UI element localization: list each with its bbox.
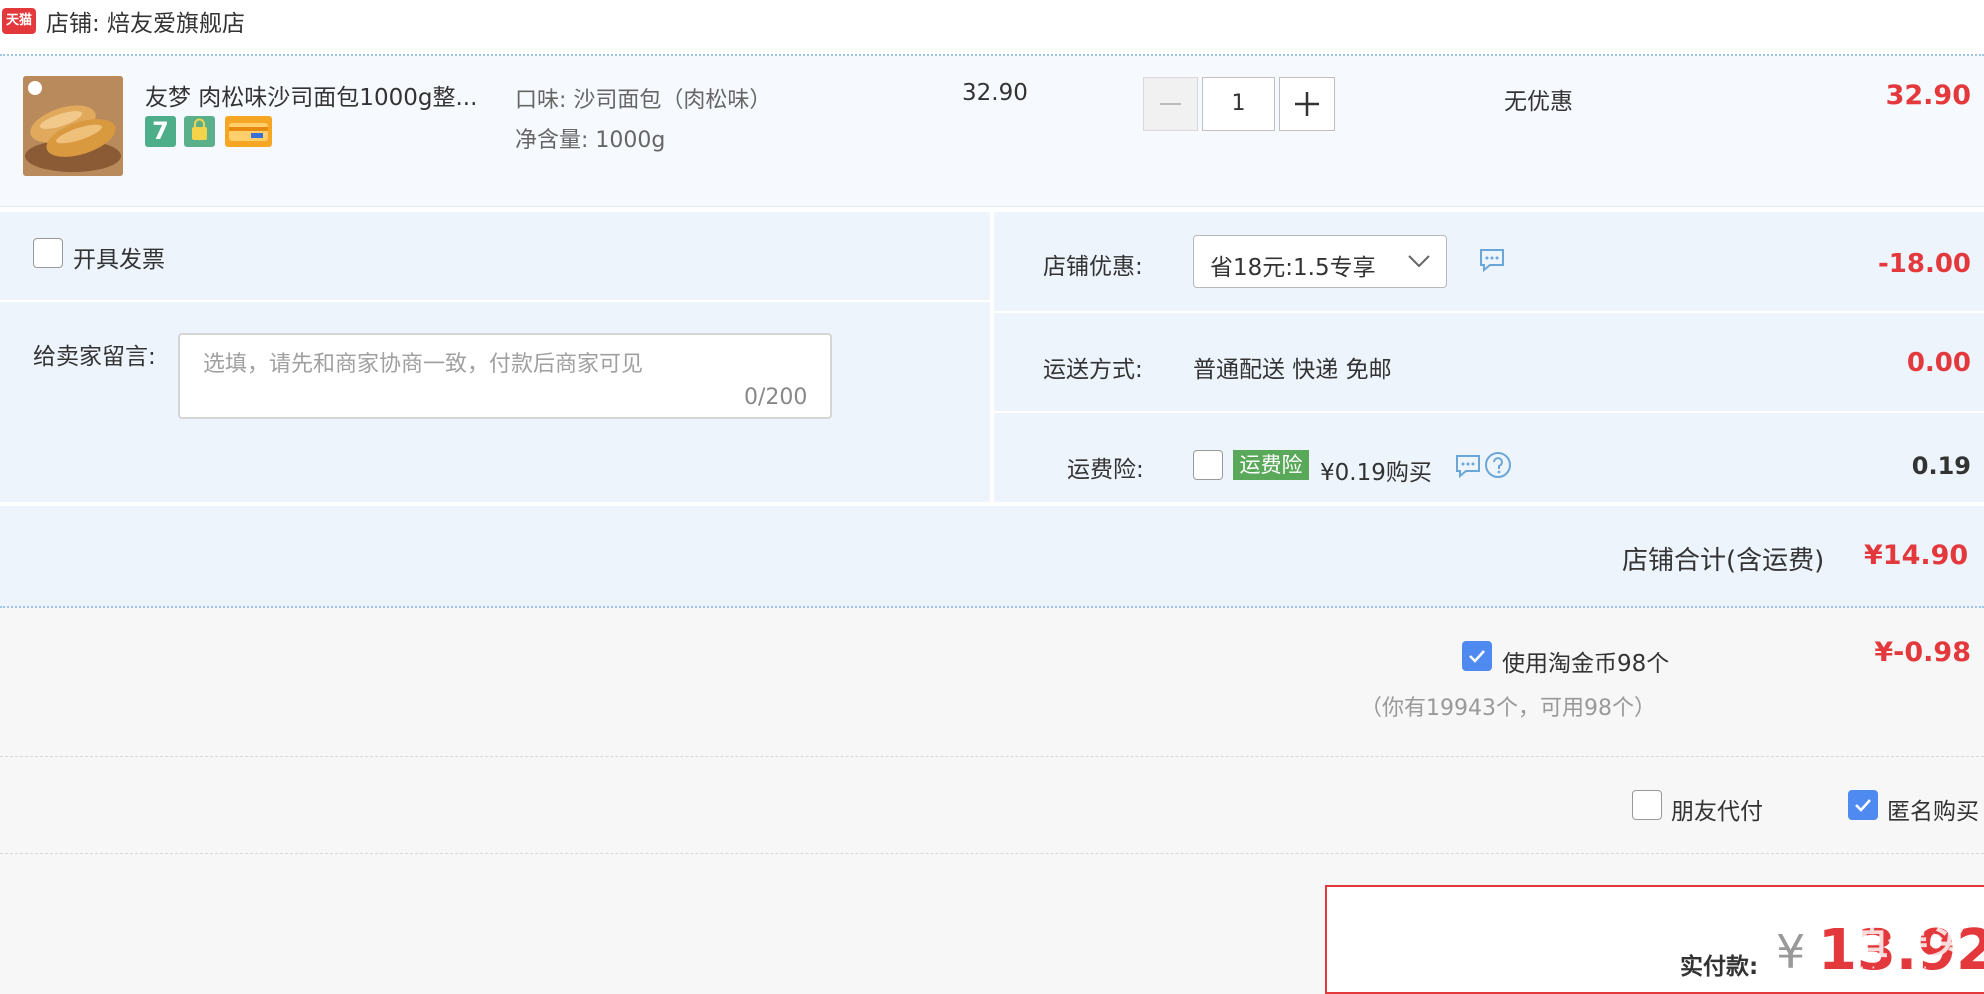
coins-note: （你有19943个，可用98个） bbox=[1360, 696, 1656, 721]
tmall-logo: 天猫 bbox=[2, 8, 36, 34]
anonymous-label: 匿名购买 bbox=[1887, 799, 1979, 825]
payment-currency: ¥ bbox=[1776, 925, 1806, 979]
unit-price: 32.90 bbox=[962, 80, 1028, 106]
shop-coupon-select[interactable]: 省18元:1.5专享 bbox=[1193, 235, 1447, 288]
quantity-decrease-button[interactable] bbox=[1143, 77, 1198, 131]
badge-seven-text: 7 bbox=[152, 117, 169, 145]
shop-coupon-amount: -18.00 bbox=[1877, 249, 1971, 279]
chat-bubble-icon[interactable] bbox=[1478, 246, 1506, 278]
help-question-icon[interactable] bbox=[1484, 451, 1512, 483]
shopping-bag-badge-icon[interactable] bbox=[184, 116, 215, 147]
friend-pay-checkbox[interactable] bbox=[1632, 790, 1662, 820]
item-discount: 无优惠 bbox=[1504, 89, 1573, 115]
shop-total-amount: ¥14.90 bbox=[1864, 540, 1969, 571]
shop-header bbox=[0, 0, 1984, 56]
quantity-input[interactable]: 1 bbox=[1202, 77, 1275, 131]
seller-message-label: 给卖家留言: bbox=[33, 344, 156, 370]
shop-coupon-selected: 省18元:1.5专享 bbox=[1210, 255, 1376, 281]
seller-message-count: 0/200 bbox=[744, 385, 808, 410]
credit-card-badge-icon[interactable] bbox=[225, 116, 272, 147]
coins-label: 使用淘金币98个 bbox=[1502, 651, 1670, 677]
item-subtotal: 32.90 bbox=[1885, 80, 1971, 111]
coins-amount: ¥-0.98 bbox=[1874, 637, 1971, 668]
invoice-checkbox[interactable] bbox=[33, 238, 63, 268]
shop-coupon-label: 店铺优惠: bbox=[1043, 254, 1143, 280]
checkmark-icon bbox=[1855, 799, 1871, 812]
shop-name[interactable]: 店铺: 焙友爱旗舰店 bbox=[46, 4, 245, 38]
coins-row bbox=[0, 608, 1984, 757]
divider bbox=[994, 311, 1984, 313]
seller-message-placeholder: 选填，请先和商家协商一致，付款后商家可见 bbox=[203, 352, 644, 377]
anonymous-checkbox[interactable] bbox=[1848, 790, 1878, 820]
seven-day-return-badge-icon[interactable]: 7 bbox=[145, 116, 176, 147]
shipping-amount: 0.00 bbox=[1906, 348, 1971, 378]
invoice-label: 开具发票 bbox=[73, 247, 165, 273]
chat-bubble-icon[interactable] bbox=[1454, 452, 1482, 484]
divider bbox=[994, 411, 1984, 413]
shop-total-label: 店铺合计(含运费) bbox=[1622, 546, 1825, 576]
friend-pay-label: 朋友代付 bbox=[1671, 799, 1763, 825]
shipping-method: 普通配送 快递 免邮 bbox=[1193, 357, 1392, 383]
product-title[interactable]: 友梦 肉松味沙司面包1000g整... bbox=[145, 78, 477, 112]
shipping-label: 运送方式: bbox=[1043, 357, 1143, 383]
coins-checkbox[interactable] bbox=[1462, 641, 1492, 671]
payment-label: 实付款: bbox=[1680, 954, 1759, 980]
watermark-text: 值得买 bbox=[1848, 918, 1968, 964]
watermark-url: zhizhizhi.com bbox=[1850, 964, 1972, 985]
quantity-increase-button[interactable] bbox=[1279, 77, 1335, 131]
chevron-down-icon bbox=[1406, 250, 1432, 276]
product-attr-flavor: 口味: 沙司面包（肉松味） bbox=[515, 88, 772, 113]
insurance-amount: 0.19 bbox=[1911, 452, 1971, 480]
checkmark-icon bbox=[1469, 650, 1485, 663]
insurance-price: ¥0.19购买 bbox=[1320, 460, 1432, 486]
insurance-label: 运费险: bbox=[1067, 457, 1144, 483]
product-attr-weight: 净含量: 1000g bbox=[515, 128, 666, 153]
divider bbox=[990, 212, 994, 502]
insurance-tag: 运费险 bbox=[1233, 450, 1309, 480]
insurance-checkbox[interactable] bbox=[1193, 450, 1223, 480]
product-thumbnail[interactable] bbox=[23, 76, 123, 176]
divider bbox=[0, 300, 990, 302]
